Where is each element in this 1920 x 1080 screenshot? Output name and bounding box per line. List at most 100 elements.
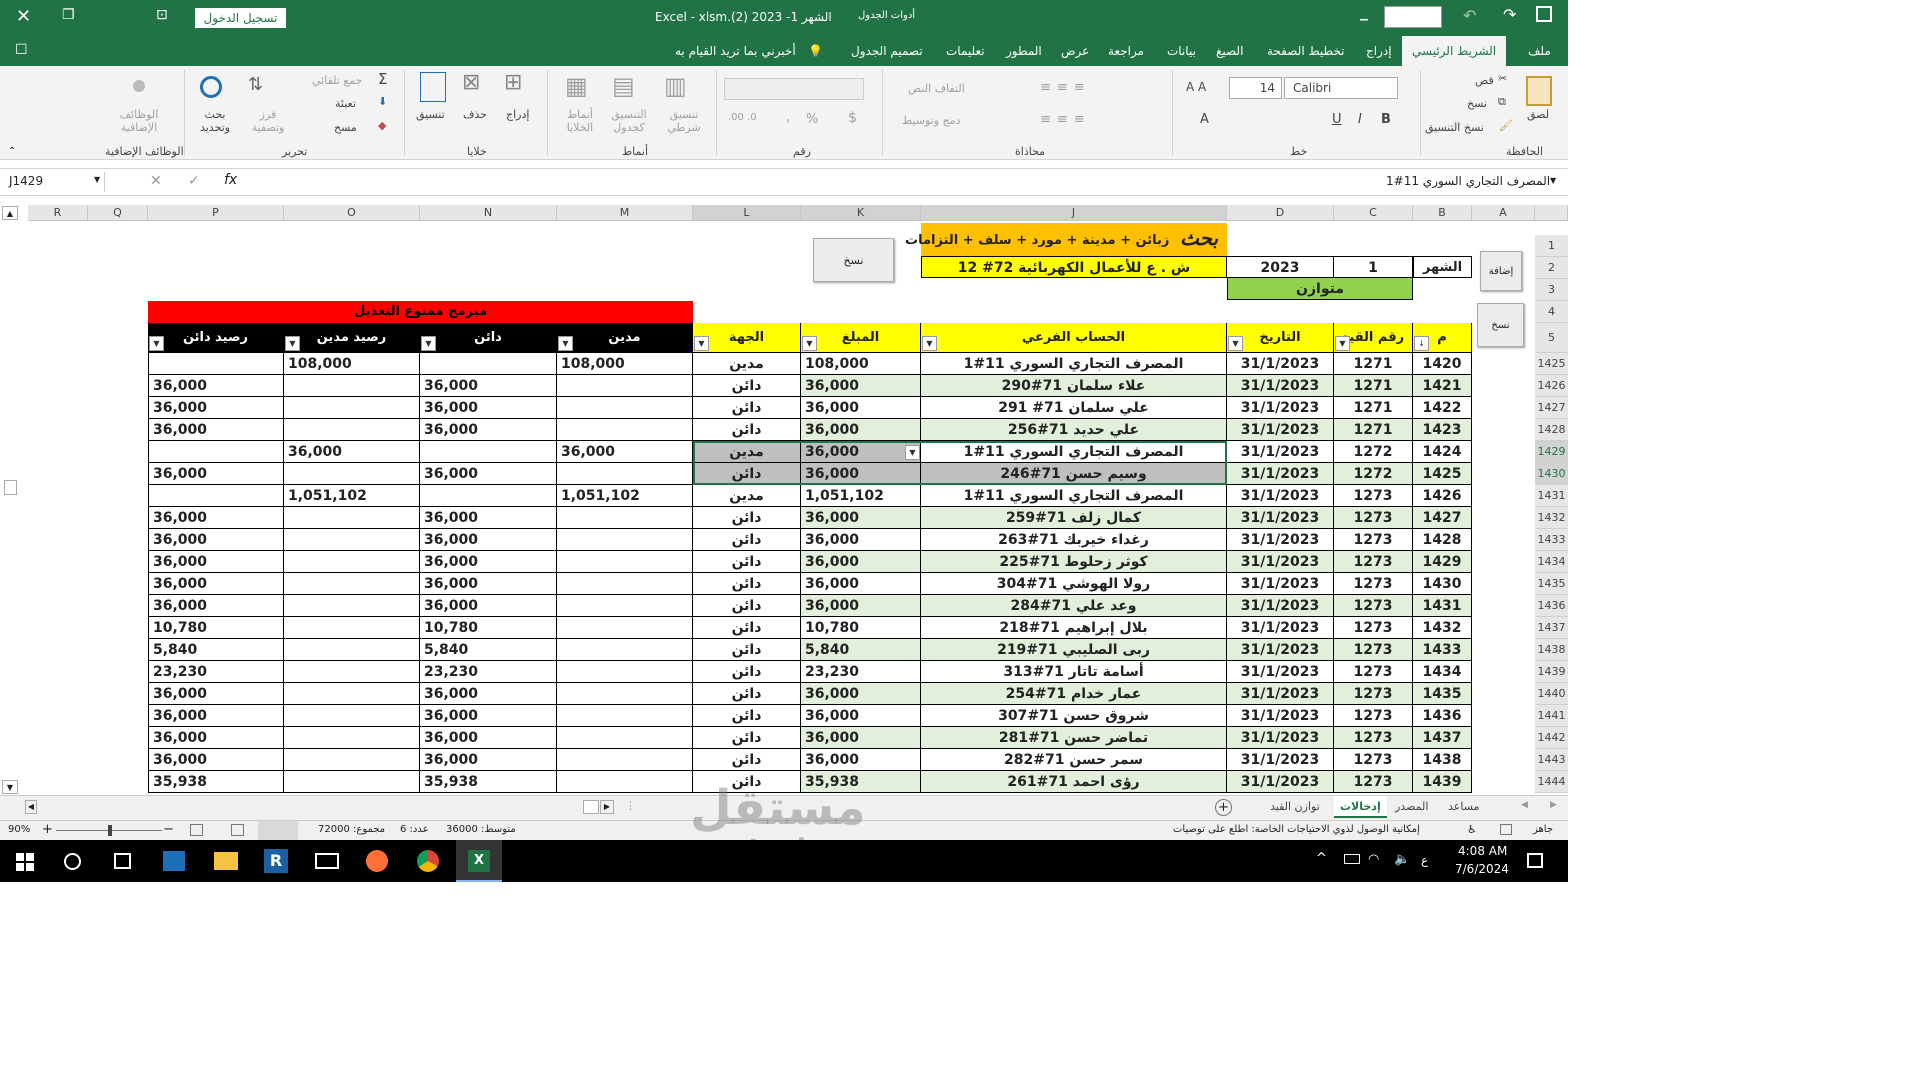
horizontal-scroll-thumb[interactable] (583, 800, 599, 814)
cell-account[interactable]: بلال إبراهيم 71#218 (921, 617, 1227, 639)
cell-entry-no[interactable]: 1273 (1334, 529, 1413, 551)
tab-developer[interactable]: المطور (1006, 36, 1042, 66)
row-number[interactable]: 1436 (1535, 595, 1568, 617)
qat-dropdown[interactable] (1384, 6, 1442, 28)
cell-serial[interactable]: 1424 (1413, 441, 1472, 463)
format-as-table-button[interactable]: التنسيق كجدول (605, 108, 653, 134)
row-number[interactable]: 1434 (1535, 551, 1568, 573)
cell-debit-balance[interactable] (284, 705, 420, 727)
insert-cells-button[interactable]: إدراج (506, 108, 529, 121)
qat-more-icon[interactable]: ▁ (1360, 10, 1368, 21)
row-number[interactable]: 1428 (1535, 419, 1568, 441)
bold-icon[interactable]: B (1381, 112, 1391, 127)
cell-credit-balance[interactable] (148, 441, 284, 463)
cell-credit[interactable]: 36,000 (420, 507, 557, 529)
cell-credit-balance[interactable]: 5,840 (148, 639, 284, 661)
cell-credit-balance[interactable]: 36,000 (148, 397, 284, 419)
font-size-select[interactable]: 14 (1229, 77, 1282, 99)
cell-side[interactable]: دائن (693, 529, 801, 551)
number-format-select[interactable] (724, 78, 864, 100)
volume-icon[interactable]: 🔈 (1394, 852, 1410, 867)
close-icon[interactable]: ✕ (16, 6, 31, 27)
column-header-c[interactable]: C (1334, 205, 1413, 221)
cell-serial[interactable]: 1437 (1413, 727, 1472, 749)
cell-debit[interactable] (557, 463, 693, 485)
filter-dropdown[interactable]: ▼ (1335, 336, 1350, 351)
cell-debit-balance[interactable] (284, 661, 420, 683)
cell-account[interactable]: أسامة تاتار 71#313 (921, 661, 1227, 683)
cell-debit[interactable]: 108,000 (557, 353, 693, 375)
expand-formula-arrow[interactable]: ▼ (1550, 176, 1556, 185)
cell-account[interactable]: علي سلمان 71# 291 (921, 397, 1227, 419)
cell-side[interactable]: دائن (693, 419, 801, 441)
sheet-options-icon[interactable]: ⋮ (625, 799, 636, 812)
cut-button[interactable]: قص (1475, 74, 1494, 87)
tab-data[interactable]: بيانات (1167, 36, 1196, 66)
format-painter-button[interactable]: نسخ التنسيق (1425, 121, 1484, 134)
copy-button[interactable]: نسخ (1467, 97, 1487, 110)
store-icon[interactable] (163, 851, 185, 871)
cell-serial[interactable]: 1435 (1413, 683, 1472, 705)
cell-date[interactable]: 31/1/2023 (1227, 529, 1334, 551)
cell-side[interactable]: مدين (693, 353, 801, 375)
cell-entry-no[interactable]: 1271 (1334, 419, 1413, 441)
save-icon[interactable] (1536, 6, 1552, 22)
cell-debit-balance[interactable]: 1,051,102 (284, 485, 420, 507)
row-number[interactable]: 1429 (1535, 441, 1568, 463)
cell-entry-no[interactable]: 1272 (1334, 441, 1413, 463)
enter-icon[interactable]: ✓ (188, 173, 200, 189)
cell-amount[interactable]: 5,840 (801, 639, 921, 661)
filter-dropdown[interactable]: ▼ (149, 336, 164, 351)
format-cells-button[interactable]: تنسيق (416, 108, 445, 121)
wifi-icon[interactable]: ◠ (1368, 852, 1379, 867)
cell-entry-no[interactable]: 1271 (1334, 353, 1413, 375)
conditional-format-button[interactable]: تنسيق شرطي (660, 108, 708, 134)
cell-debit-balance[interactable] (284, 683, 420, 705)
cell-credit[interactable]: 36,000 (420, 375, 557, 397)
cell-amount[interactable]: 36,000 (801, 705, 921, 727)
cell-account[interactable]: رغداء خيربك 71#263 (921, 529, 1227, 551)
column-header-r[interactable]: R (28, 205, 88, 221)
cell-side[interactable]: دائن (693, 551, 801, 573)
cell-credit[interactable]: 5,840 (420, 639, 557, 661)
cell-credit[interactable]: 36,000 (420, 463, 557, 485)
filter-dropdown[interactable]: ▼ (558, 336, 573, 351)
sheet-tab-source[interactable]: المصدر (1389, 796, 1434, 818)
cell-date[interactable]: 31/1/2023 (1227, 485, 1334, 507)
sort-filter-dropdown[interactable]: ↓ (1414, 336, 1429, 351)
accessibility-status[interactable]: إمكانية الوصول لذوي الاحتياجات الخاصة: ا… (1173, 824, 1420, 835)
cell-credit-balance[interactable] (148, 353, 284, 375)
cell-side[interactable]: دائن (693, 507, 801, 529)
cell-serial[interactable]: 1438 (1413, 749, 1472, 771)
cell-debit-balance[interactable]: 108,000 (284, 353, 420, 375)
column-header-j[interactable]: J (921, 205, 1227, 221)
tab-view[interactable]: عرض (1061, 36, 1089, 66)
cell-credit-balance[interactable]: 36,000 (148, 551, 284, 573)
cell-credit[interactable]: 36,000 (420, 419, 557, 441)
column-header-n[interactable]: N (420, 205, 557, 221)
find-select-button[interactable]: بحث وتحديد (195, 108, 235, 134)
cell-date[interactable]: 31/1/2023 (1227, 749, 1334, 771)
cell-account[interactable]: علي حديد 71#256 (921, 419, 1227, 441)
row-number[interactable]: 1425 (1535, 353, 1568, 375)
cell-serial[interactable]: 1431 (1413, 595, 1472, 617)
cell-debit-balance[interactable] (284, 617, 420, 639)
vertical-scroll-up[interactable]: ▲ (2, 206, 18, 220)
cell-side[interactable]: دائن (693, 639, 801, 661)
cell-side[interactable]: دائن (693, 375, 801, 397)
comments-icon[interactable]: ☐ (15, 42, 28, 58)
cell-credit-balance[interactable]: 36,000 (148, 375, 284, 397)
select-all-corner[interactable] (1535, 205, 1568, 221)
page-break-view-icon[interactable] (190, 824, 203, 836)
row-number[interactable]: 5 (1535, 323, 1568, 353)
row-number[interactable]: 1440 (1535, 683, 1568, 705)
cell-credit[interactable] (420, 441, 557, 463)
cell-date[interactable]: 31/1/2023 (1227, 573, 1334, 595)
cell-side[interactable]: دائن (693, 573, 801, 595)
cell-debit-balance[interactable] (284, 573, 420, 595)
cell-credit-balance[interactable]: 36,000 (148, 683, 284, 705)
vertical-scroll-down[interactable]: ▼ (2, 780, 18, 794)
notifications-icon[interactable] (1527, 853, 1543, 868)
cell-credit-balance[interactable]: 35,938 (148, 771, 284, 793)
cell-debit-balance[interactable] (284, 551, 420, 573)
